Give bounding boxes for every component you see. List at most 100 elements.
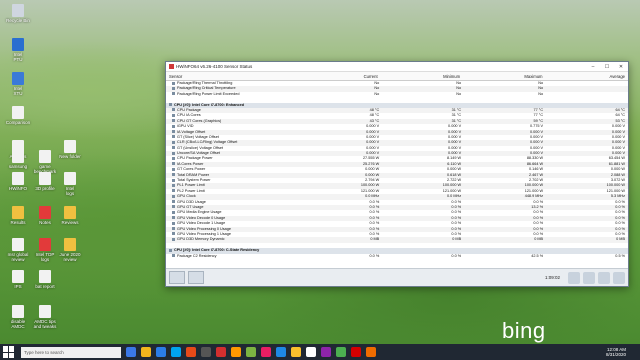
desktop-icon[interactable]: samsung [3, 150, 33, 169]
sensor-name: Package C2 Residency [166, 254, 300, 259]
file-icon [12, 150, 24, 163]
desktop-icon[interactable]: June 2020 review [55, 238, 85, 262]
column-header-sensor[interactable]: Sensor [166, 74, 298, 79]
taskbar-app-icon[interactable] [321, 347, 331, 357]
taskbar-app-icon[interactable] [246, 347, 256, 357]
settings-icon[interactable] [598, 271, 610, 284]
taskbar-app-icon[interactable] [201, 347, 211, 357]
start-button[interactable] [3, 346, 15, 358]
taskbar-app-icon[interactable] [261, 347, 271, 357]
taskbar-app-icon[interactable] [291, 347, 301, 357]
desktop-icon-label: Comparison [5, 120, 31, 125]
desktop-icon[interactable]: Intel logs [55, 172, 85, 196]
file-icon [12, 38, 24, 51]
desktop-icon-label: IPS [14, 284, 22, 289]
desktop-icon-label: New folder [59, 154, 81, 159]
file-icon [12, 305, 24, 318]
maximize-button[interactable]: ☐ [600, 64, 614, 70]
column-header-current[interactable]: Current [298, 74, 380, 79]
taskbar-app-icon[interactable] [351, 347, 361, 357]
file-icon [39, 238, 51, 251]
taskbar-app-icon[interactable] [156, 347, 166, 357]
system-clock[interactable]: 12:08 AM 8/31/2020 [606, 347, 626, 357]
taskbar-app-icon[interactable] [306, 347, 316, 357]
window-titlebar[interactable]: HWiNFO64 v6.26-4100 Sensor Status – ☐ ✕ [166, 62, 628, 72]
desktop-icon[interactable]: Comparison [3, 106, 33, 125]
close-sensors-icon[interactable] [613, 271, 625, 284]
close-button[interactable]: ✕ [614, 64, 628, 70]
file-icon [12, 206, 24, 219]
desktop-icon[interactable]: Intel PTU [3, 38, 33, 62]
desktop-icon[interactable]: HWiNFO [3, 172, 33, 191]
desktop-icon[interactable]: Recycle Bin [3, 4, 33, 23]
desktop-icon-label: samsung [8, 164, 28, 169]
average-value: 0.5 % [615, 253, 626, 258]
desktop-icon-label: msr global review [7, 252, 29, 262]
window-statusbar: 1:09:02 [166, 268, 628, 286]
taskbar-app-icon[interactable] [231, 347, 241, 357]
desktop-icon-label: 3D profile [35, 186, 55, 191]
taskbar-app-icon[interactable] [171, 347, 181, 357]
taskbar-app-icon[interactable] [276, 347, 286, 357]
desktop-icon-label: Intel PTU [13, 52, 23, 62]
file-icon [64, 238, 76, 251]
taskbar-app-icon[interactable] [141, 347, 151, 357]
taskbar-app-icon[interactable] [216, 347, 226, 357]
desktop-icon[interactable]: Intel XTU [3, 72, 33, 96]
desktop-icon-label: Intel TDP logs [35, 252, 55, 262]
file-icon [39, 150, 51, 163]
file-icon [64, 206, 76, 219]
desktop-icon-label: June 2020 review [59, 252, 81, 262]
taskbar-app-icon[interactable] [366, 347, 376, 357]
desktop-icon-label: Reviews [61, 220, 79, 225]
desktop-icon[interactable]: Results [3, 206, 33, 225]
minimize-button[interactable]: – [586, 64, 600, 70]
desktop-icon-label: bat report [35, 284, 55, 289]
sensor-table-header: Sensor Current Minimum Maximum Average [166, 72, 628, 81]
desktop-icon-label: HWiNFO [9, 186, 27, 191]
desktop-icon[interactable]: IPS [3, 270, 33, 289]
sensor-table-body[interactable]: Package/Ring Thermal Throttling No No No Pac… [166, 81, 628, 269]
column-header-maximum[interactable]: Maximum [463, 74, 545, 79]
clock-icon[interactable] [568, 271, 580, 284]
desktop-icon-label: Intel logs [65, 186, 75, 196]
taskbar-app-icon[interactable] [186, 347, 196, 357]
clock-date: 8/31/2020 [605, 352, 626, 357]
column-header-average[interactable]: Average [546, 74, 628, 79]
taskbar-search-input[interactable]: Type here to search [21, 346, 121, 358]
file-icon [12, 72, 24, 85]
taskbar-app-icon[interactable] [126, 347, 136, 357]
taskbar-apps [121, 347, 376, 357]
hwinfo-app-icon [169, 64, 174, 69]
nav-right-button[interactable] [188, 271, 204, 284]
file-icon [12, 238, 24, 251]
elapsed-time: 1:09:02 [544, 275, 560, 280]
desktop-icon[interactable]: New folder [55, 140, 85, 159]
file-icon [39, 172, 51, 185]
desktop-icon-label: disable AMDC [10, 319, 26, 329]
desktop-icon[interactable]: AMDC tips and tweaks [30, 305, 60, 329]
maximum-value: 42.5 % [531, 253, 544, 258]
report-icon[interactable] [583, 271, 595, 284]
desktop-icon[interactable]: Reviews [55, 206, 85, 225]
nav-left-button[interactable] [169, 271, 185, 284]
desktop-icon-label: Notes [39, 220, 51, 225]
window-title: HWiNFO64 v6.26-4100 Sensor Status [176, 64, 253, 69]
sensor-row[interactable]: Package C2 Residency 0.0 % 0.0 % 42.5 % 0.5 … [166, 254, 628, 259]
desktop-icon-label: AMDC tips and tweaks [33, 319, 57, 329]
taskbar: Type here to search 12:08 AM 8/31/2020 [0, 344, 640, 360]
file-icon [12, 270, 24, 283]
desktop-icon-label: Recycle Bin [6, 18, 30, 23]
desktop-icon[interactable]: disable AMDC [3, 305, 33, 329]
desktop-icon[interactable]: bat report [30, 270, 60, 289]
taskbar-app-icon[interactable] [336, 347, 346, 357]
file-icon [12, 172, 24, 185]
desktop-icon-label: Intel XTU [13, 86, 23, 96]
desktop-icon-label: Results [10, 220, 26, 225]
file-icon [39, 270, 51, 283]
bing-watermark: bing [502, 318, 546, 343]
hwinfo-sensor-window: HWiNFO64 v6.26-4100 Sensor Status – ☐ ✕ … [165, 61, 629, 287]
desktop-icon[interactable]: msr global review [3, 238, 33, 262]
file-icon [64, 140, 76, 153]
column-header-minimum[interactable]: Minimum [381, 74, 463, 79]
